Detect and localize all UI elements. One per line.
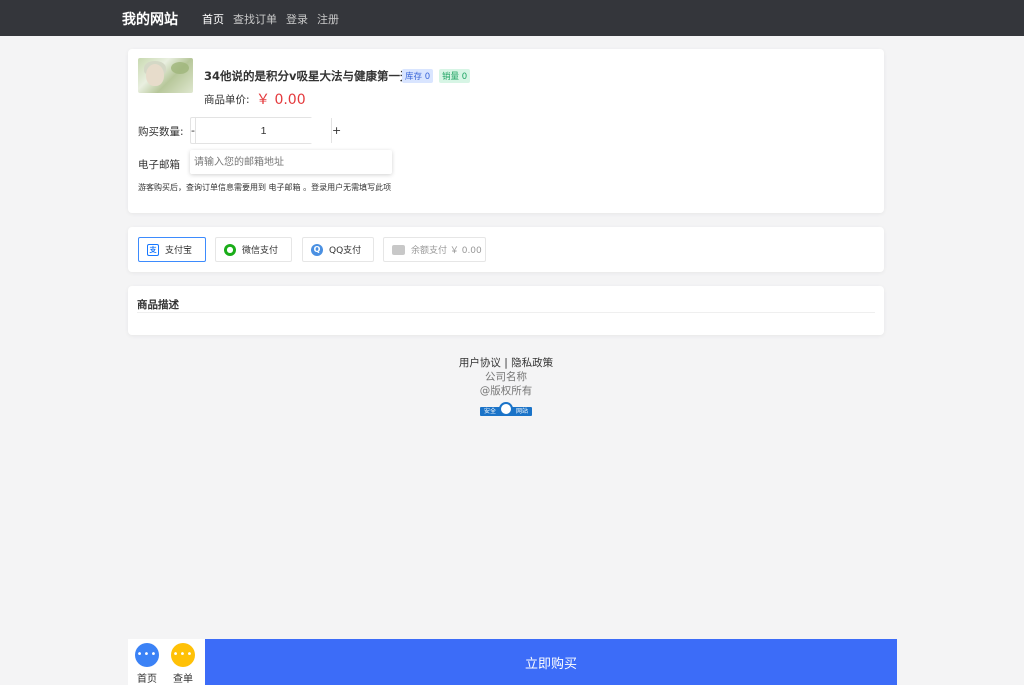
wechat-icon: ●: [224, 243, 236, 256]
email-label: 电子邮箱: [138, 159, 180, 171]
product-title: 34他说的是积分v吸星大法与健康第一天: [204, 69, 412, 83]
pay-alipay-button[interactable]: 支 支付宝: [138, 237, 206, 262]
wallet-icon: [392, 244, 405, 255]
sales-badge: 销量 0: [439, 69, 471, 83]
bottom-home-label: 首页: [137, 674, 157, 685]
nav-link-register[interactable]: 注册: [317, 11, 339, 27]
page-footer: 用户协议 | 隐私政策 公司名称 @版权所有 安全 网站: [0, 356, 1012, 418]
payment-methods-card: 支 支付宝 ● 微信支付 Q QQ支付 余额支付 ￥ 0.00: [128, 227, 884, 272]
bottom-action-bar: ••• 首页 ••• 查单 立即购买: [128, 639, 897, 685]
guest-hint-text: 游客购买后，查询订单信息需要用到 电子邮箱 。登录用户无需填写此项: [138, 183, 392, 192]
seal-left-text: 安全: [484, 408, 497, 415]
unit-price-label: 商品单价:: [204, 94, 250, 106]
email-field[interactable]: [190, 150, 392, 174]
privacy-policy-link[interactable]: 隐私政策: [511, 357, 553, 369]
nav-link-home[interactable]: 首页: [202, 11, 224, 27]
buy-now-button[interactable]: 立即购买: [205, 639, 897, 685]
nav-links: 首页 查找订单 登录 注册: [202, 11, 348, 27]
pay-alipay-label: 支付宝: [165, 246, 193, 256]
company-name: 公司名称: [485, 371, 527, 383]
description-divider: [137, 312, 875, 313]
quantity-increase-button[interactable]: +: [330, 118, 341, 143]
footer-separator: |: [500, 357, 512, 369]
site-brand[interactable]: 我的网站: [122, 9, 178, 29]
pay-wechat-button[interactable]: ● 微信支付: [215, 237, 292, 262]
nav-link-find-order[interactable]: 查找订单: [233, 11, 277, 27]
quantity-input[interactable]: [195, 118, 331, 143]
qq-icon: Q: [311, 243, 323, 256]
alipay-icon: 支: [147, 243, 159, 256]
top-navbar: 我的网站 首页 查找订单 登录 注册: [0, 0, 1024, 36]
pay-balance-label: 余额支付 ￥ 0.00: [411, 246, 482, 256]
pay-wechat-label: 微信支付: [242, 246, 279, 256]
unit-price-value: ￥ 0.00: [256, 92, 306, 108]
pay-qq-button[interactable]: Q QQ支付: [302, 237, 374, 262]
pay-qq-label: QQ支付: [329, 246, 362, 256]
user-agreement-link[interactable]: 用户协议: [459, 357, 501, 369]
seal-right-text: 网站: [516, 408, 529, 415]
chat-bubble-icon: •••: [135, 643, 159, 667]
product-thumbnail: [138, 58, 193, 93]
copyright-text: @版权所有: [479, 385, 533, 397]
product-description-card: 商品描述: [128, 286, 884, 335]
bottom-order-button[interactable]: ••• 查单: [166, 643, 200, 685]
stock-badge: 库存 0: [402, 69, 434, 83]
message-bubble-icon: •••: [171, 643, 195, 667]
security-seal-badge[interactable]: 安全 网站: [480, 400, 532, 418]
bottom-order-label: 查单: [173, 674, 193, 685]
pay-balance-button[interactable]: 余额支付 ￥ 0.00: [383, 237, 486, 262]
quantity-stepper: - +: [190, 117, 341, 144]
description-title: 商品描述: [137, 299, 179, 311]
product-card: 34他说的是积分v吸星大法与健康第一天 库存 0 销量 0 商品单价: ￥ 0.…: [128, 49, 884, 213]
nav-link-login[interactable]: 登录: [286, 11, 308, 27]
bottom-home-button[interactable]: ••• 首页: [130, 643, 164, 685]
quantity-label: 购买数量:: [138, 126, 184, 138]
footer-links: 用户协议 | 隐私政策: [0, 356, 1012, 370]
